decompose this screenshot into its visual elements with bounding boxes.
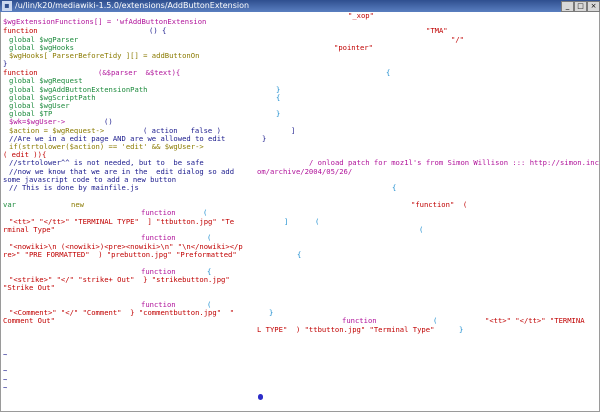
code-fragment: ( — [419, 225, 424, 234]
code-fragment: //strtolower^^ is not needed, but to be … — [9, 158, 204, 167]
code-fragment: global $wgRequest — [9, 76, 83, 85]
code-fragment: "Strike Out" — [3, 283, 55, 292]
code-fragment: "TMA" — [426, 26, 448, 35]
code-fragment: function — [141, 208, 176, 217]
code-fragment: () — [104, 117, 113, 126]
code-fragment: { — [297, 250, 302, 259]
code-fragment: L TYPE" ) "ttbutton.jpg" "Terminal Type" — [257, 325, 435, 334]
code-fragment: "/" — [451, 35, 464, 44]
code-fragment: (&$parser &$text){ — [98, 68, 181, 77]
code-fragment: "function" ( — [411, 200, 468, 209]
code-fragment: "pointer" — [334, 43, 373, 52]
code-fragment: ] — [284, 217, 289, 226]
maximize-button[interactable]: □ — [574, 1, 587, 12]
close-button[interactable]: × — [587, 1, 600, 12]
text-editor-area[interactable]: $wgExtensionFunctions[] = 'wfAddButtonEx… — [0, 12, 600, 412]
code-fragment: ] — [291, 126, 296, 135]
empty-line-tilde: ~ — [3, 383, 8, 392]
text-cursor — [258, 394, 263, 400]
code-fragment: } — [459, 325, 464, 334]
code-fragment: $wgHooks[ ParserBeforeTidy ][] = addButt… — [9, 51, 200, 60]
window-title: /u/lin/k20/mediawiki-1.5.0/extensions/Ad… — [15, 1, 250, 10]
code-fragment: // This is done by mainfile.js — [9, 183, 139, 192]
code-fragment: / onload patch for moz1l's from Simon Wi… — [309, 158, 600, 167]
code-fragment: re>" "PRE FORMATTED" ) "prebutton.jpg" "… — [3, 250, 237, 259]
code-fragment: $wk=$wgUser-> — [9, 117, 66, 126]
code-fragment: } — [276, 109, 281, 118]
code-fragment: { — [386, 68, 391, 77]
empty-line-tilde: ~ — [3, 366, 8, 375]
minimize-button[interactable]: _ — [561, 1, 574, 12]
code-fragment: } — [269, 308, 274, 317]
code-fragment: om/archive/2004/05/26/ — [257, 167, 353, 176]
code-fragment: function — [141, 233, 176, 242]
terminal-icon: ▪ — [2, 1, 12, 11]
code-fragment: Comment Out" — [3, 316, 55, 325]
code-fragment: new — [71, 200, 84, 209]
code-fragment: ( — [203, 208, 208, 217]
code-fragment: function — [3, 26, 38, 35]
code-fragment: rminal Type" — [3, 225, 55, 234]
code-fragment: } — [262, 134, 267, 143]
code-fragment: $wgExtensionFunctions[] = 'wfAddButtonEx… — [3, 17, 207, 26]
code-fragment: function — [342, 316, 377, 325]
empty-line-tilde: ~ — [3, 350, 8, 359]
code-fragment: { — [276, 93, 281, 102]
code-fragment: ( — [207, 233, 212, 242]
code-fragment: ( — [315, 217, 320, 226]
code-fragment: var — [3, 200, 16, 209]
code-fragment: } — [3, 59, 8, 68]
code-fragment: { — [392, 183, 397, 192]
code-fragment: "<tt>" "</tt>" "TERMINA — [485, 316, 585, 325]
code-fragment: ( — [433, 316, 438, 325]
code-fragment: "_xop" — [348, 12, 374, 20]
code-fragment: () { — [149, 26, 167, 35]
window-titlebar[interactable]: ▪ /u/lin/k20/mediawiki-1.5.0/extensions/… — [0, 0, 600, 12]
